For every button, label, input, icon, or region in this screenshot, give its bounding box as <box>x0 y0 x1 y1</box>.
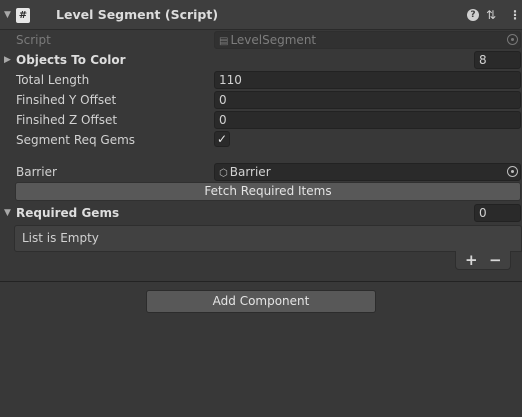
required-gems-count[interactable]: 0 <box>474 204 521 222</box>
gameobject-icon: ⬡ <box>219 168 228 179</box>
objects-to-color-label[interactable]: Objects To Color <box>16 53 126 67</box>
script-icon: # <box>16 8 30 23</box>
divider <box>0 281 522 282</box>
total-length-field[interactable]: 110 <box>214 71 521 89</box>
help-icon[interactable]: ? <box>467 9 479 21</box>
foldout-expanded-icon[interactable]: ▼ <box>4 208 11 218</box>
script-file-icon: ▤ <box>219 36 229 47</box>
object-picker-icon[interactable] <box>507 166 518 177</box>
preset-icon[interactable]: ⇅ <box>486 8 496 22</box>
required-gems-label[interactable]: Required Gems <box>16 206 119 220</box>
barrier-field[interactable]: ⬡ Barrier <box>214 163 521 181</box>
required-gems-list: List is Empty <box>14 225 522 252</box>
objects-to-color-count[interactable]: 8 <box>474 51 521 69</box>
finished-y-field[interactable]: 0 <box>214 91 521 109</box>
remove-element-button[interactable]: − <box>489 252 502 268</box>
foldout-arrow-icon[interactable]: ▼ <box>4 10 11 20</box>
object-picker-icon <box>507 34 518 45</box>
barrier-label: Barrier <box>16 165 57 179</box>
script-label: Script <box>16 33 51 47</box>
fetch-required-items-button[interactable]: Fetch Required Items <box>15 182 521 201</box>
finished-z-label: Finsihed Z Offset <box>16 113 118 127</box>
script-value: LevelSegment <box>230 33 317 47</box>
add-element-button[interactable]: + <box>465 252 478 268</box>
segment-req-gems-checkbox[interactable]: ✓ <box>214 131 230 147</box>
component-title: Level Segment (Script) <box>56 7 219 22</box>
more-menu-icon[interactable]: ⋮ <box>509 8 521 22</box>
add-component-button[interactable]: Add Component <box>146 290 376 313</box>
segment-req-gems-label: Segment Req Gems <box>16 133 136 147</box>
barrier-value: Barrier <box>229 165 271 179</box>
script-field: ▤ LevelSegment <box>214 31 521 49</box>
list-footer <box>455 251 511 270</box>
foldout-collapsed-icon[interactable]: ▶ <box>4 55 11 65</box>
checkmark-icon: ✓ <box>216 132 228 146</box>
total-length-label: Total Length <box>16 73 90 87</box>
finished-z-field[interactable]: 0 <box>214 111 521 129</box>
finished-y-label: Finsihed Y Offset <box>16 93 117 107</box>
